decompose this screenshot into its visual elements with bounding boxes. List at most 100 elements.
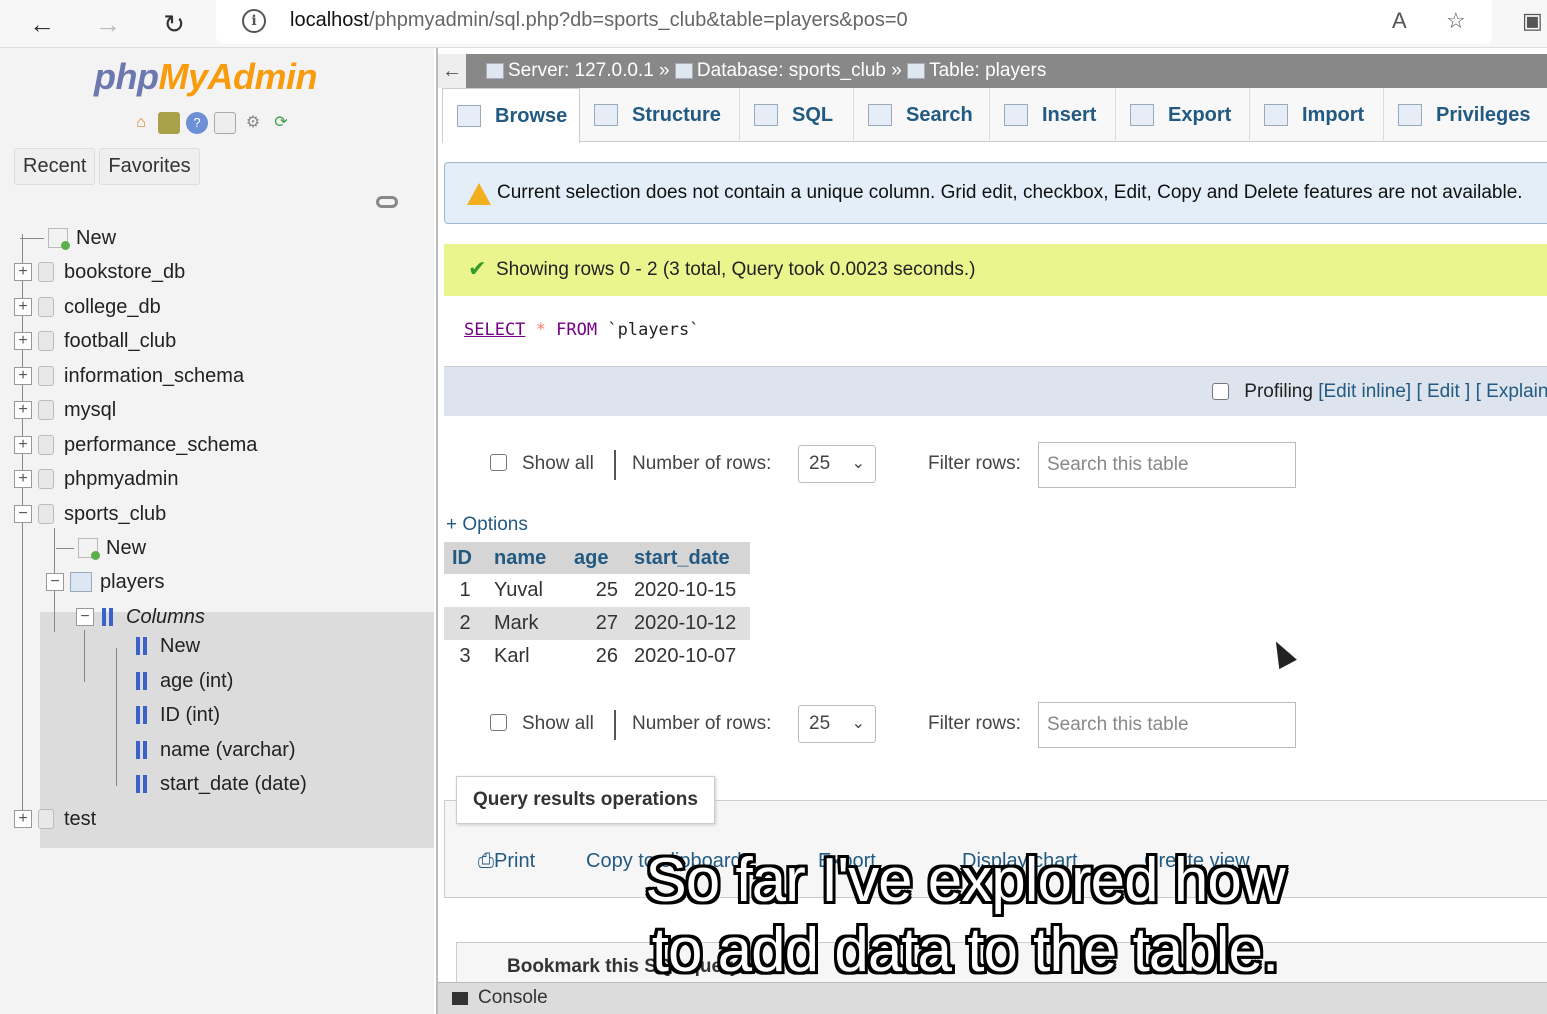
- tree-item-column-age[interactable]: age (int): [134, 665, 233, 697]
- profiling-checkbox[interactable]: [1212, 383, 1229, 401]
- tree-item-players[interactable]: − players: [46, 566, 164, 598]
- success-text: Showing rows 0 - 2 (3 total, Query took …: [496, 259, 976, 280]
- rows-select-value: 25: [809, 453, 831, 474]
- back-arrow-icon[interactable]: ←: [24, 6, 60, 42]
- url-text[interactable]: localhost/phpmyadmin/sql.php?db=sports_c…: [290, 9, 908, 32]
- home-icon[interactable]: ⌂: [130, 112, 152, 134]
- tree-item-information-schema[interactable]: + information_schema: [14, 360, 244, 392]
- cell-start-date[interactable]: 2020-10-15: [626, 574, 750, 607]
- cell-id[interactable]: 2: [444, 607, 486, 640]
- table-tabs: Browse Structure SQL Search Insert Expor…: [442, 88, 1547, 143]
- tab-structure[interactable]: Structure: [580, 88, 740, 142]
- tree-item-bookstore-db[interactable]: + bookstore_db: [14, 256, 185, 288]
- collapse-icon[interactable]: −: [76, 608, 94, 626]
- tree-item-phpmyadmin[interactable]: + phpmyadmin: [14, 463, 179, 495]
- expand-icon[interactable]: +: [14, 810, 32, 828]
- cell-age[interactable]: 25: [566, 574, 626, 607]
- tree-item-new-table[interactable]: New: [56, 532, 146, 564]
- tab-label: SQL: [792, 103, 834, 126]
- column-header-age[interactable]: age: [566, 542, 626, 574]
- filter-rows-input[interactable]: Search this table: [1038, 702, 1296, 748]
- tree-item-new-column[interactable]: New: [134, 630, 200, 662]
- cell-age[interactable]: 27: [566, 607, 626, 640]
- read-aloud-icon[interactable]: A: [1392, 8, 1407, 34]
- reload-nav-icon[interactable]: ⟳: [270, 112, 292, 134]
- options-toggle[interactable]: + Options: [446, 514, 528, 536]
- expand-icon[interactable]: +: [14, 332, 32, 350]
- documentation-icon[interactable]: [214, 112, 236, 134]
- cell-id[interactable]: 3: [444, 640, 486, 673]
- tab-label: Structure: [632, 103, 721, 126]
- breadcrumb-table[interactable]: Table: players: [929, 60, 1046, 81]
- phpmyadmin-logo[interactable]: phpMyAdmin: [94, 56, 317, 98]
- tab-search[interactable]: Search: [854, 88, 990, 142]
- help-icon[interactable]: ?: [186, 112, 208, 134]
- cell-name[interactable]: Mark: [486, 607, 566, 640]
- filter-rows-label: Filter rows:: [928, 453, 1021, 474]
- filter-rows-input[interactable]: Search this table: [1038, 442, 1296, 488]
- expand-icon[interactable]: +: [14, 298, 32, 316]
- tree-item-test[interactable]: + test: [14, 803, 96, 835]
- tree-item-performance-schema[interactable]: + performance_schema: [14, 429, 257, 461]
- cell-age[interactable]: 26: [566, 640, 626, 673]
- expand-icon[interactable]: +: [14, 470, 32, 488]
- tree-item-column-name[interactable]: name (varchar): [134, 734, 296, 766]
- cell-start-date[interactable]: 2020-10-07: [626, 640, 750, 673]
- number-of-rows-label: Number of rows:: [632, 453, 772, 474]
- recent-tab[interactable]: Recent: [14, 148, 96, 185]
- explain-link[interactable]: [ Explain: [1476, 381, 1547, 402]
- edit-link[interactable]: [ Edit ]: [1416, 381, 1470, 402]
- cell-id[interactable]: 1: [444, 574, 486, 607]
- forward-arrow-icon[interactable]: →: [90, 6, 126, 42]
- sql-keyword-from: FROM: [556, 320, 598, 340]
- tree-item-columns[interactable]: − Columns: [76, 601, 205, 633]
- tab-import[interactable]: Import: [1250, 88, 1384, 142]
- site-info-icon[interactable]: i: [242, 9, 266, 33]
- expand-icon[interactable]: +: [14, 263, 32, 281]
- show-all-checkbox[interactable]: [490, 714, 507, 731]
- tree-item-sports-club[interactable]: − sports_club: [14, 498, 166, 530]
- console-bar[interactable]: Console: [438, 982, 1547, 1014]
- show-all-checkbox[interactable]: [490, 454, 507, 471]
- sql-star: *: [535, 320, 546, 340]
- cell-start-date[interactable]: 2020-10-12: [626, 607, 750, 640]
- sql-keyword-select[interactable]: SELECT: [464, 320, 525, 340]
- favorites-tab[interactable]: Favorites: [99, 148, 200, 185]
- tab-privileges[interactable]: Privileges: [1384, 88, 1547, 142]
- breadcrumb-server[interactable]: Server: 127.0.0.1: [508, 60, 654, 81]
- cell-name[interactable]: Yuval: [486, 574, 566, 607]
- collapse-icon[interactable]: −: [14, 505, 32, 523]
- edit-inline-link[interactable]: [Edit inline]: [1318, 381, 1411, 402]
- tree-item-new-database[interactable]: New: [20, 222, 116, 254]
- reload-icon[interactable]: ↻: [156, 6, 192, 42]
- expand-icon[interactable]: +: [14, 401, 32, 419]
- column-header-name[interactable]: name: [486, 542, 566, 574]
- number-of-rows-select[interactable]: 25 ⌄: [798, 705, 876, 743]
- tab-sql[interactable]: SQL: [740, 88, 854, 142]
- tree-item-football-club[interactable]: + football_club: [14, 325, 176, 357]
- logout-icon[interactable]: [158, 112, 180, 134]
- tree-item-mysql[interactable]: + mysql: [14, 394, 116, 426]
- collections-icon[interactable]: ▣: [1522, 8, 1543, 34]
- expand-icon[interactable]: +: [14, 367, 32, 385]
- print-link[interactable]: ⎙ Print: [478, 850, 535, 873]
- address-bar[interactable]: i localhost/phpmyadmin/sql.php?db=sports…: [216, 0, 1492, 44]
- tree-item-column-start-date[interactable]: start_date (date): [134, 768, 307, 800]
- tree-item-college-db[interactable]: + college_db: [14, 291, 161, 323]
- breadcrumb-database[interactable]: Database: sports_club: [697, 60, 886, 81]
- tree-item-column-id[interactable]: ID (int): [134, 699, 220, 731]
- tab-label: Browse: [495, 104, 568, 127]
- column-header-start-date[interactable]: start_date: [626, 542, 750, 574]
- settings-gear-icon[interactable]: ⚙: [242, 112, 264, 134]
- tab-export[interactable]: Export: [1116, 88, 1250, 142]
- favorite-star-icon[interactable]: ☆: [1446, 8, 1466, 34]
- cell-name[interactable]: Karl: [486, 640, 566, 673]
- tab-browse[interactable]: Browse: [442, 88, 580, 143]
- tab-insert[interactable]: Insert: [990, 88, 1116, 142]
- column-header-id[interactable]: ID: [444, 542, 486, 574]
- collapse-icon[interactable]: −: [46, 573, 64, 591]
- collapse-navigation-icon[interactable]: ←: [438, 54, 466, 88]
- number-of-rows-select[interactable]: 25 ⌄: [798, 445, 876, 483]
- link-with-main-panel-icon[interactable]: [376, 196, 398, 208]
- expand-icon[interactable]: +: [14, 436, 32, 454]
